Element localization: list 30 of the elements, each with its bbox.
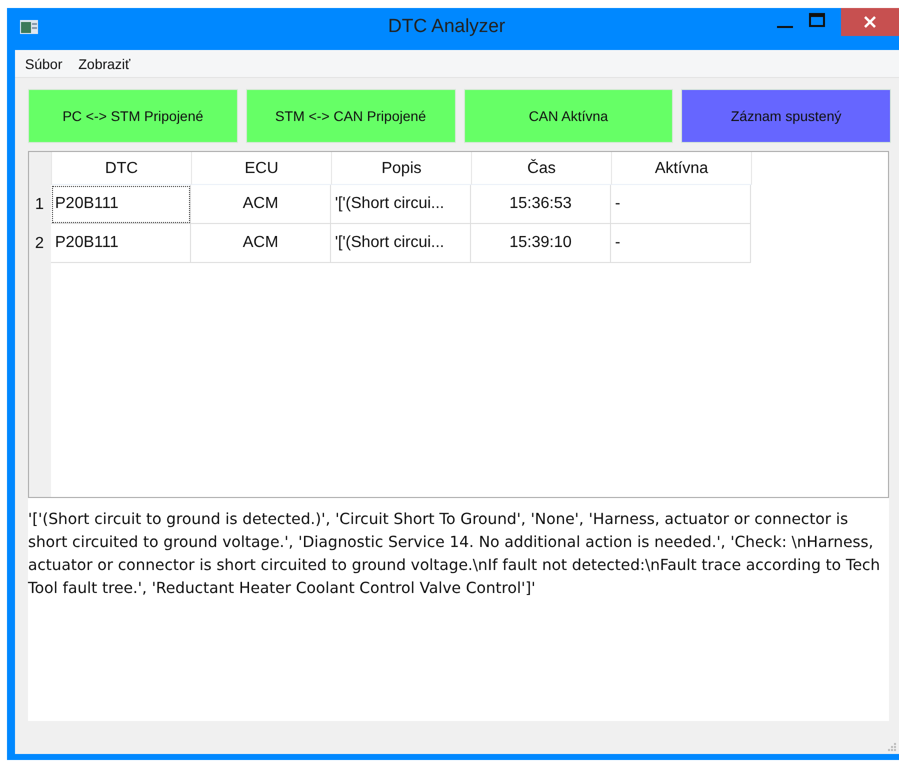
- column-header[interactable]: ECU: [192, 152, 332, 185]
- column-header[interactable]: Popis: [332, 152, 472, 185]
- status-button[interactable]: Záznam spustený: [681, 89, 891, 143]
- close-icon: [864, 16, 876, 28]
- row-number: 1: [29, 185, 51, 224]
- row-number: 2: [29, 224, 51, 263]
- window-title: DTC Analyzer: [388, 16, 506, 38]
- table-cell[interactable]: '['(Short circui...: [331, 185, 471, 224]
- table-cell[interactable]: '['(Short circui...: [331, 224, 471, 263]
- table-cell[interactable]: P20B111: [51, 224, 191, 263]
- detail-text: '['(Short circuit to ground is detected.)', 'Circuit Short To Ground', 'None', 'Harness, actuator or connector is short circuited to ground voltage.', 'Diagnostic Service 14. No additional action is needed.', 'Check: \nHarness, actuator or connector is short circuited to ground voltage.\nIf fault not detected:\nFault trace according to Tech Tool fault tree.', 'Reductant Heater Coolant Control Valve Control']': [28, 498, 889, 721]
- table-cell[interactable]: -: [611, 185, 751, 224]
- app-icon: [20, 20, 38, 34]
- table-cell[interactable]: 15:36:53: [471, 185, 611, 224]
- close-button[interactable]: [841, 8, 899, 36]
- column-header[interactable]: DTC: [52, 152, 192, 185]
- table-cell[interactable]: P20B111: [51, 185, 191, 224]
- maximize-icon[interactable]: [809, 13, 825, 27]
- status-button[interactable]: STM <-> CAN Pripojené: [246, 89, 456, 143]
- column-header[interactable]: Aktívna: [612, 152, 752, 185]
- resize-grip-icon[interactable]: [887, 742, 897, 752]
- menu-item[interactable]: Zobraziť: [78, 56, 130, 72]
- column-header[interactable]: Čas: [472, 152, 612, 185]
- table-cell[interactable]: ACM: [191, 224, 331, 263]
- status-button[interactable]: CAN Aktívna: [464, 89, 674, 143]
- table-cell[interactable]: ACM: [191, 185, 331, 224]
- table-cell[interactable]: 15:39:10: [471, 224, 611, 263]
- table-cell[interactable]: -: [611, 224, 751, 263]
- menu-item[interactable]: Súbor: [25, 56, 62, 72]
- status-button[interactable]: PC <-> STM Pripojené: [28, 89, 238, 143]
